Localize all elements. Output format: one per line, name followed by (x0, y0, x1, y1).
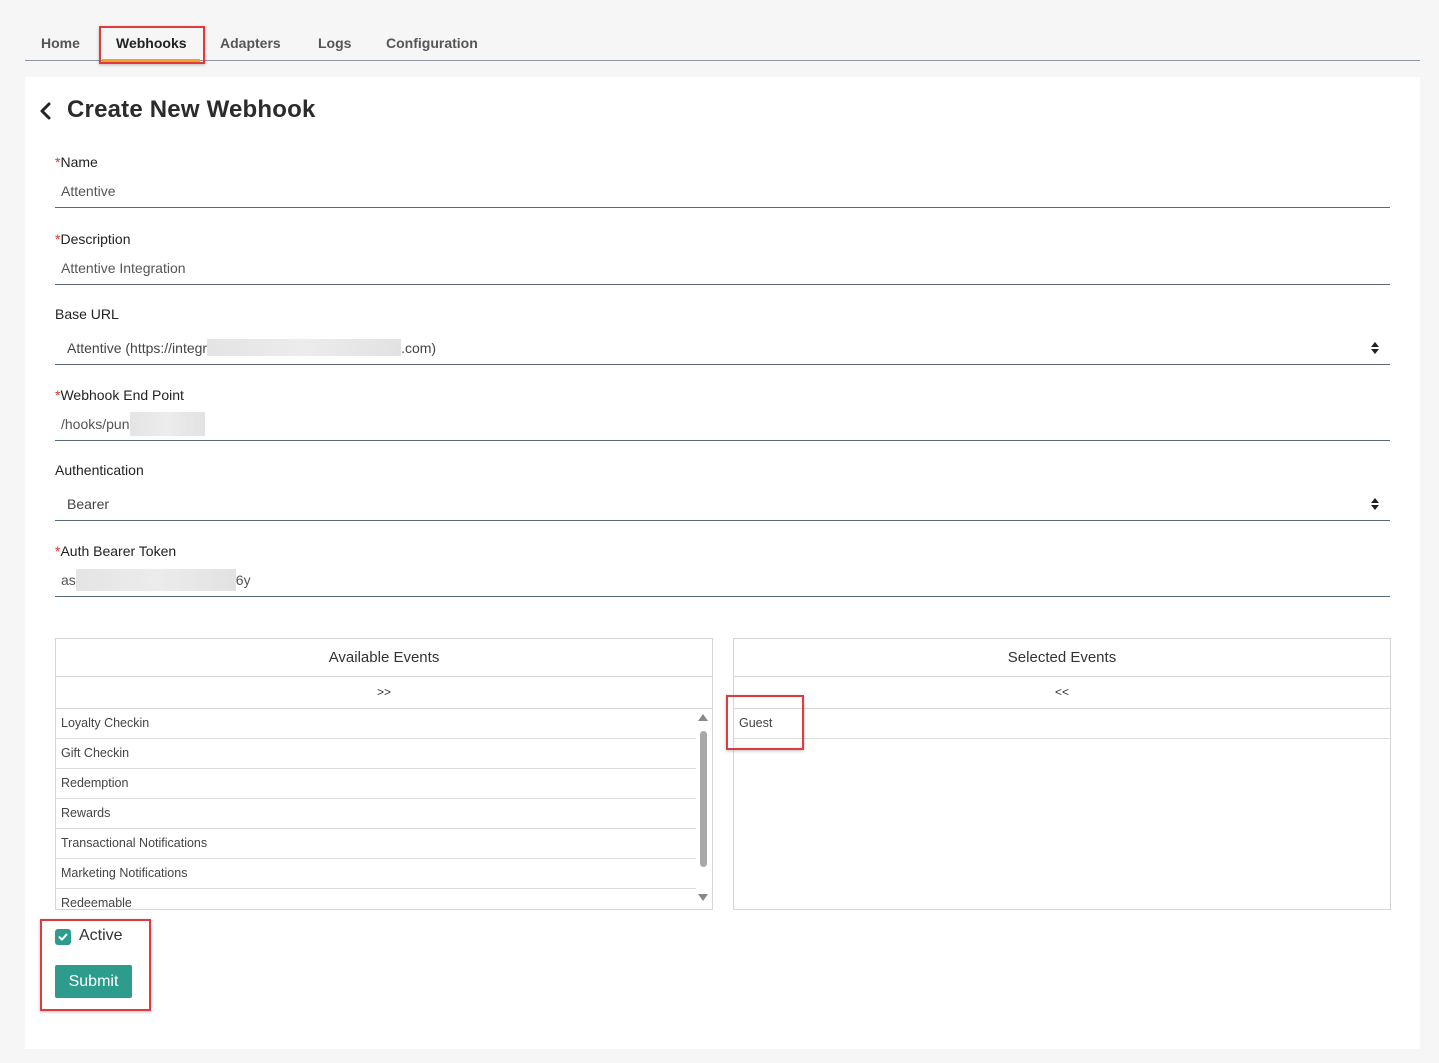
redacted-text (207, 339, 402, 356)
redacted-text (75, 568, 236, 591)
authentication-select[interactable]: Bearer (55, 487, 1390, 521)
description-label: *Description (55, 231, 131, 247)
selected-events-list[interactable]: Guest (734, 709, 1390, 909)
base-url-label: Base URL (55, 306, 119, 322)
tab-home[interactable]: Home (41, 35, 80, 51)
list-item[interactable]: Marketing Notifications (56, 859, 696, 889)
available-events-list[interactable]: Loyalty Checkin Gift Checkin Redemption … (56, 709, 712, 909)
base-url-select[interactable]: Attentive (https://integr .com) (55, 331, 1390, 365)
selected-events-title: Selected Events (734, 639, 1390, 677)
available-events-title: Available Events (56, 639, 712, 677)
list-item[interactable]: Rewards (56, 799, 696, 829)
name-label: *Name (55, 154, 98, 170)
scroll-thumb[interactable] (700, 731, 707, 867)
list-item[interactable]: Redeemable (56, 889, 696, 909)
active-checkbox[interactable] (55, 929, 71, 945)
scroll-down-icon[interactable] (698, 894, 708, 901)
sort-arrows-icon (1371, 498, 1379, 510)
sort-arrows-icon (1371, 342, 1379, 354)
list-item[interactable]: Guest (734, 709, 1390, 739)
tab-webhooks[interactable]: Webhooks (116, 35, 187, 51)
tab-configuration[interactable]: Configuration (386, 35, 478, 51)
token-label: *Auth Bearer Token (55, 543, 177, 559)
list-item[interactable]: Loyalty Checkin (56, 709, 696, 739)
chevron-left-icon[interactable] (38, 101, 54, 121)
available-events-panel: Available Events >> Loyalty Checkin Gift… (55, 638, 713, 910)
selected-events-panel: Selected Events << Guest (733, 638, 1391, 910)
list-item[interactable]: Redemption (56, 769, 696, 799)
submit-button[interactable]: Submit (55, 965, 132, 998)
check-icon (58, 933, 68, 941)
scrollbar[interactable] (697, 709, 711, 909)
list-item[interactable]: Gift Checkin (56, 739, 696, 769)
endpoint-label: *Webhook End Point (55, 387, 184, 403)
token-field[interactable]: as 6y (55, 563, 1390, 597)
redacted-text (129, 411, 205, 436)
tab-logs[interactable]: Logs (318, 35, 351, 51)
active-label[interactable]: Active (79, 927, 123, 945)
page-title: Create New Webhook (67, 96, 316, 123)
move-left-button[interactable]: << (734, 677, 1390, 709)
tab-adapters[interactable]: Adapters (220, 35, 281, 51)
list-item[interactable]: Transactional Notifications (56, 829, 696, 859)
authentication-label: Authentication (55, 462, 144, 478)
scroll-up-icon[interactable] (698, 714, 708, 721)
move-right-button[interactable]: >> (56, 677, 712, 709)
active-tab-indicator (102, 59, 200, 62)
endpoint-field[interactable]: /hooks/pun (55, 407, 1390, 441)
name-field[interactable]: Attentive (55, 174, 1390, 208)
description-field[interactable]: Attentive Integration (55, 251, 1390, 285)
